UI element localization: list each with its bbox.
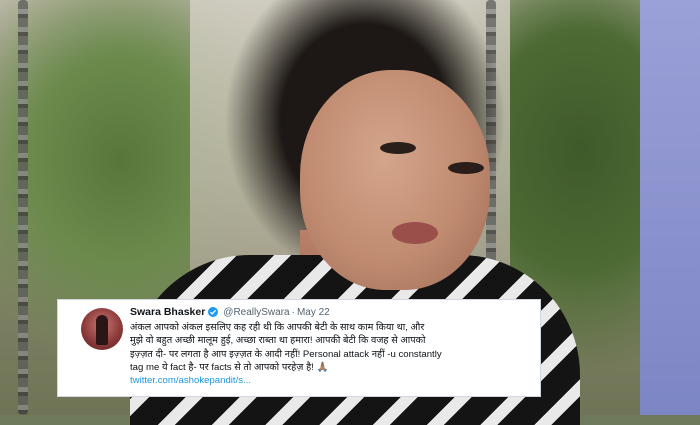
background-blue-wall — [640, 0, 700, 415]
profile-avatar[interactable] — [81, 308, 123, 350]
tweet-body: अंकल आपको अंकल इसलिए कह रही थी कि आपकी ब… — [130, 321, 530, 387]
tweet-text-line: इज़्ज़त दी- पर लगता है आप इज़्ज़त के आदी… — [130, 348, 442, 360]
author-name[interactable]: Swara Bhasker — [130, 306, 205, 318]
tweet-link[interactable]: twitter.com/ashokepandit/s... — [130, 374, 530, 387]
subject-lips — [392, 222, 438, 244]
tweet-text-line: tag me ये fact है- पर facts से तो आपको प… — [130, 361, 329, 373]
tweet-header: Swara Bhasker @ReallySwara · May 22 — [130, 306, 330, 318]
embedded-tweet-card[interactable]: Swara Bhasker @ReallySwara · May 22 अंकल… — [57, 299, 541, 397]
tweet-text-line: मुझे वो बहुत अच्छी मालूम हुई, अच्छा राब्… — [130, 335, 426, 347]
subject-eye-right — [448, 162, 484, 174]
verified-badge-icon — [208, 307, 219, 317]
avatar-figure — [96, 315, 108, 345]
tweet-text-line: अंकल आपको अंकल इसलिए कह रही थी कि आपकी ब… — [130, 322, 425, 333]
header-separator: · — [291, 306, 295, 318]
swing-chain-left — [18, 0, 28, 415]
tweet-date[interactable]: May 22 — [297, 307, 330, 318]
subject-eye-left — [380, 142, 416, 154]
author-handle[interactable]: @ReallySwara — [223, 307, 289, 318]
subject-face — [300, 70, 490, 290]
